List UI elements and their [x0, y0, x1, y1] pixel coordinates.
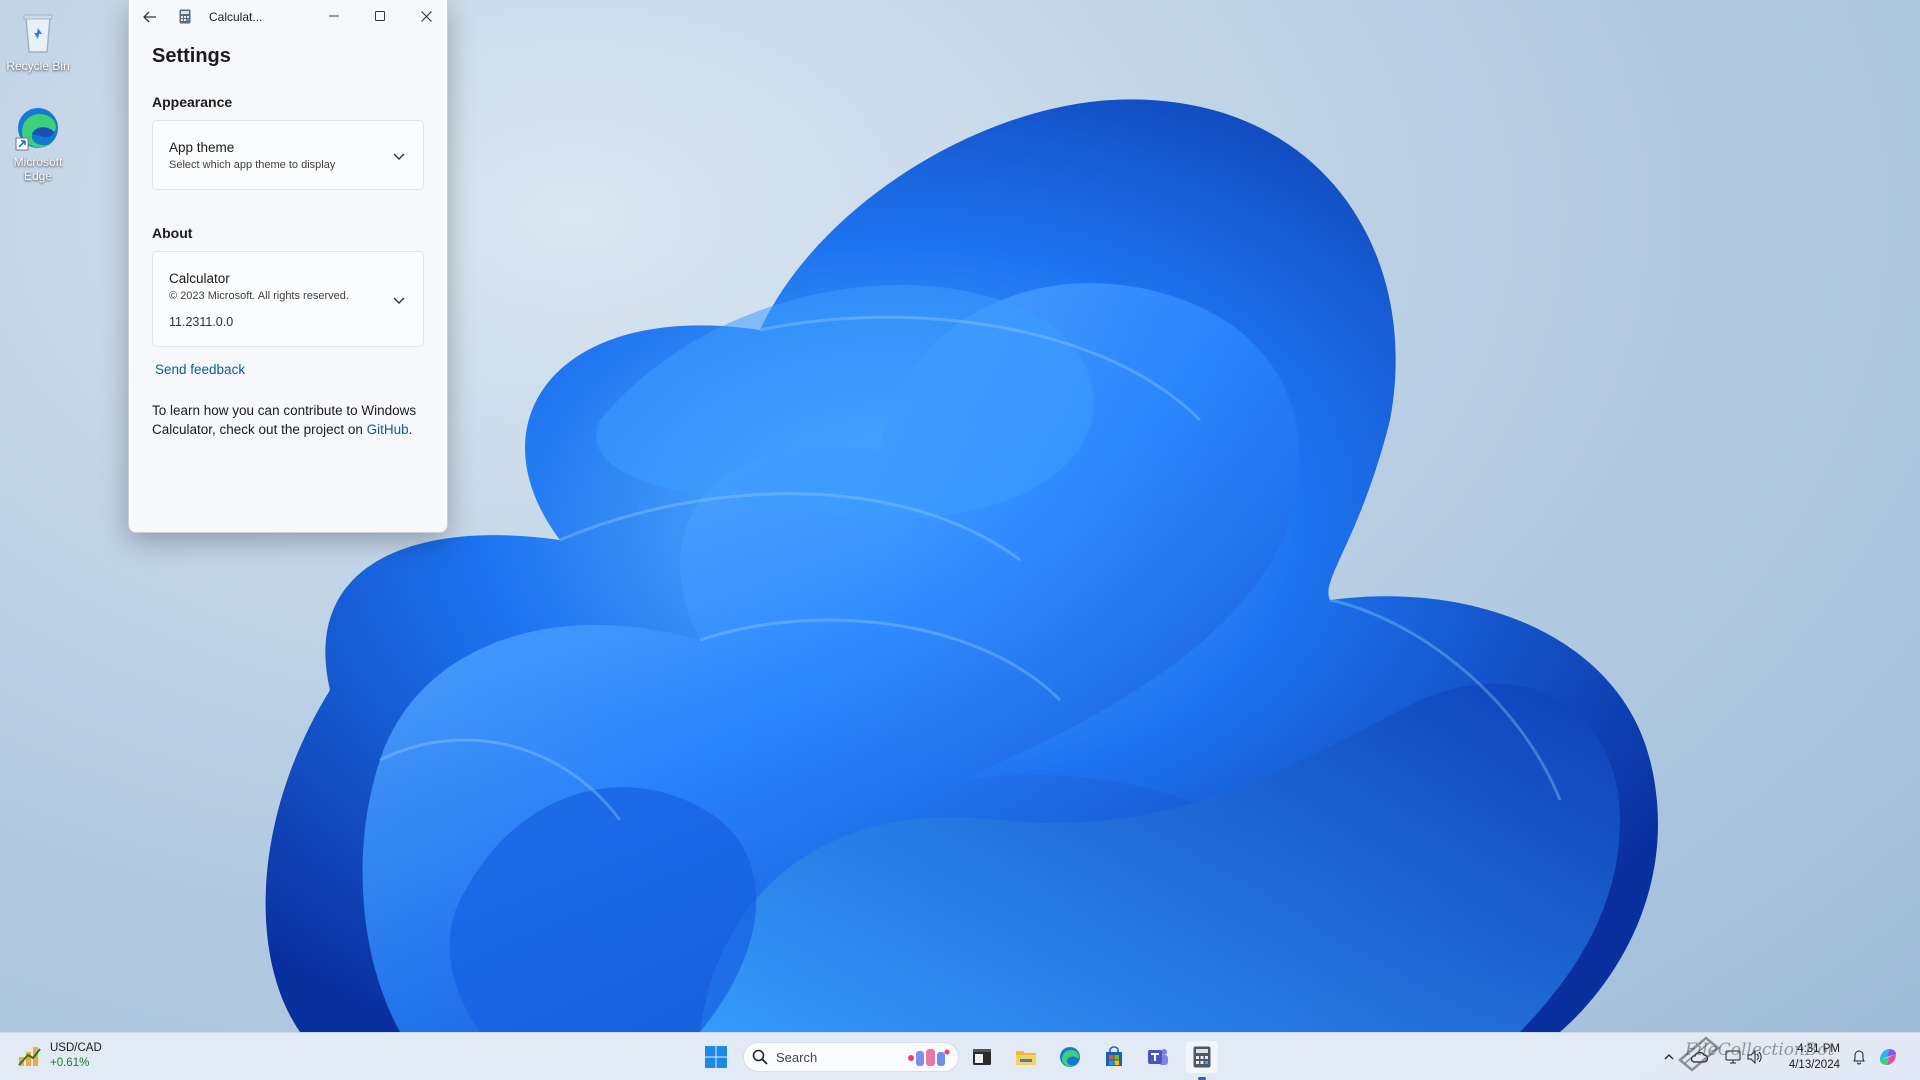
section-label-appearance: Appearance	[152, 94, 233, 110]
edge-icon	[1060, 1047, 1080, 1067]
notification-bell-icon	[1853, 1050, 1865, 1065]
chevron-down-icon	[393, 153, 405, 160]
edge-icon	[15, 108, 58, 151]
start-icon	[705, 1046, 727, 1068]
taskbar-calculator[interactable]	[1186, 1041, 1218, 1073]
back-arrow-icon	[143, 11, 156, 23]
copilot-button[interactable]	[1876, 1045, 1900, 1069]
app-theme-subtitle: Select which app theme to display	[169, 159, 336, 171]
chevron-up-icon	[1664, 1054, 1674, 1060]
terminal-icon	[973, 1049, 991, 1065]
recycle-bin-icon	[23, 14, 53, 53]
teams-icon	[1148, 1049, 1168, 1065]
calculator-app-icon	[179, 9, 191, 24]
maximize-icon	[375, 11, 385, 21]
app-theme-expander[interactable]: App theme Select which app theme to disp…	[152, 120, 424, 190]
github-link[interactable]: GitHub	[367, 422, 409, 437]
chevron-down-icon	[393, 297, 405, 304]
contribute-end: .	[408, 422, 413, 437]
close-icon	[420, 10, 432, 22]
title-bar: Calculat...	[129, 0, 447, 34]
file-explorer-icon	[1016, 1051, 1036, 1065]
taskbar: USD/CAD +0.61% Search 4:31 PM 4/13/2024	[0, 1032, 1920, 1080]
search-highlight-icon	[908, 1049, 950, 1066]
taskbar-teams[interactable]	[1142, 1041, 1174, 1073]
window-title: Calculat...	[209, 10, 263, 24]
currency-chart-icon	[18, 1047, 41, 1066]
taskbar-edge[interactable]	[1054, 1041, 1086, 1073]
app-theme-title: App theme	[169, 140, 235, 155]
search-icon	[752, 1049, 768, 1065]
search-input[interactable]	[776, 1049, 896, 1065]
taskbar-file-explorer[interactable]	[1010, 1041, 1042, 1073]
minimize-button[interactable]	[311, 0, 357, 32]
watermark-text: FileCollectionBot	[1685, 1040, 1835, 1060]
about-app-name: Calculator	[169, 271, 230, 286]
start-button[interactable]	[700, 1041, 732, 1073]
desktop-icon-recycle-bin[interactable]: Recycle Bin	[1, 8, 75, 73]
taskbar-store[interactable]	[1098, 1041, 1130, 1073]
about-expander[interactable]: Calculator © 2023 Microsoft. All rights …	[152, 251, 424, 347]
calculator-window: Calculat... Settings Appearance App them…	[128, 0, 448, 533]
desktop-icon-label: Recycle Bin	[6, 59, 70, 73]
widget-change: +0.61%	[50, 1057, 90, 1069]
taskbar-terminal[interactable]	[966, 1041, 998, 1073]
copilot-icon	[1880, 1049, 1896, 1065]
back-button[interactable]	[139, 6, 161, 28]
close-button[interactable]	[403, 0, 449, 32]
store-icon	[1106, 1046, 1122, 1066]
desktop-icon-label: Microsoft Edge	[13, 155, 63, 183]
taskbar-search[interactable]	[743, 1042, 959, 1072]
section-label-about: About	[152, 225, 193, 241]
calculator-icon	[1193, 1046, 1211, 1068]
desktop-icon-edge[interactable]: Microsoft Edge	[1, 104, 75, 183]
minimize-icon	[329, 15, 339, 17]
page-title: Settings	[152, 45, 231, 67]
contribute-text: To learn how you can contribute to Windo…	[152, 401, 432, 439]
about-version: 11.2311.0.0	[169, 315, 234, 329]
notifications-button[interactable]	[1850, 1048, 1868, 1066]
widget-title: USD/CAD	[50, 1042, 102, 1054]
send-feedback-link[interactable]: Send feedback	[155, 362, 245, 377]
about-copyright: © 2023 Microsoft. All rights reserved.	[169, 290, 349, 302]
maximize-button[interactable]	[357, 0, 403, 32]
widgets-button[interactable]: USD/CAD +0.61%	[16, 1041, 102, 1071]
